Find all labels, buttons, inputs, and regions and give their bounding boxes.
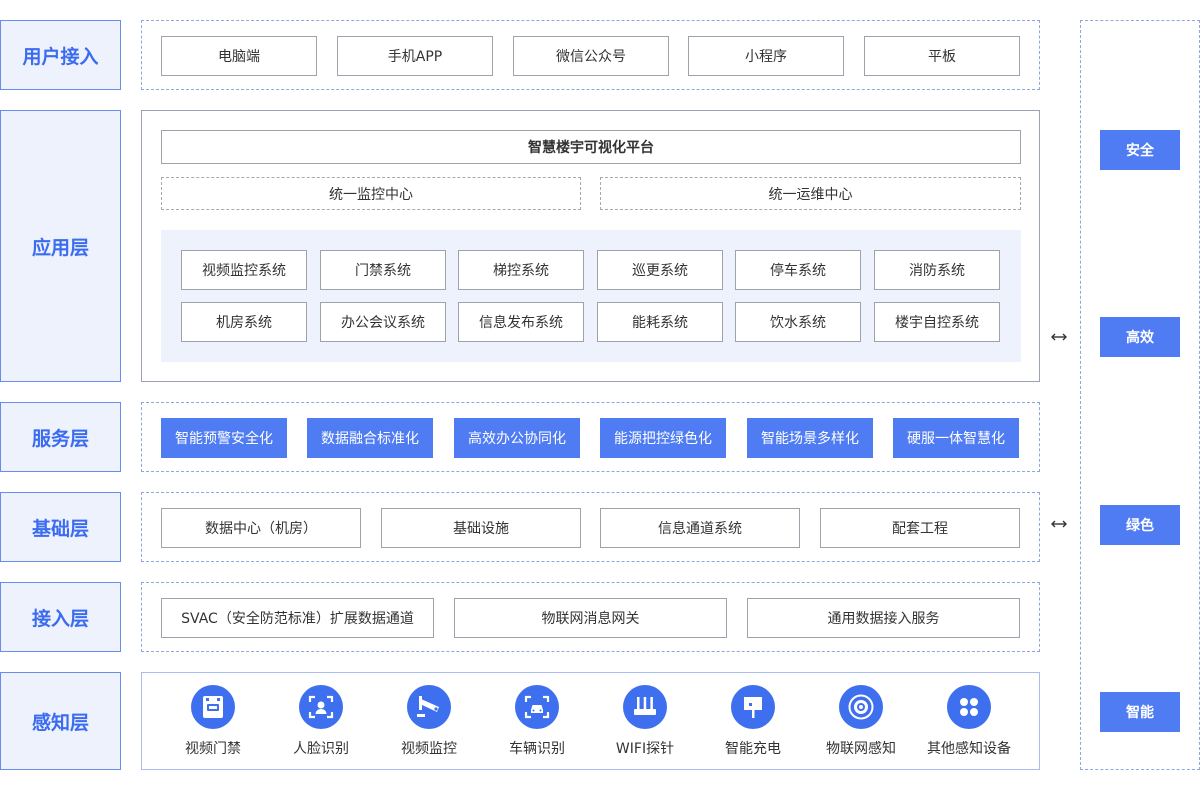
double-arrow-icon xyxy=(1051,520,1067,528)
iot-sensor-icon xyxy=(839,685,883,729)
access-item: SVAC（安全防范标准）扩展数据通道 xyxy=(161,598,434,638)
service-item: 智能预警安全化 xyxy=(161,418,287,458)
access-item: 通用数据接入服务 xyxy=(747,598,1020,638)
operations-center: 统一运维中心 xyxy=(600,177,1021,210)
perception-label: WIFI探针 xyxy=(615,741,675,757)
user-access-item: 手机APP xyxy=(337,36,493,76)
perception-label: 其他感知设备 xyxy=(927,741,1011,757)
platform-title: 智慧楼宇可视化平台 xyxy=(161,130,1021,164)
system-item: 门禁系统 xyxy=(320,250,446,290)
perception-label: 视频门禁 xyxy=(185,741,241,757)
perception-label: 智能充电 xyxy=(725,741,781,757)
system-item: 信息发布系统 xyxy=(458,302,584,342)
perception-item: WIFI探针 xyxy=(595,685,695,760)
foundation-item: 配套工程 xyxy=(820,508,1020,548)
perception-item: 人脸识别 xyxy=(271,685,371,760)
systems-panel: 视频监控系统 门禁系统 梯控系统 巡更系统 停车系统 消防系统 机房系统 办公会… xyxy=(161,230,1021,362)
side-attributes-frame: 安全 高效 绿色 智能 xyxy=(1080,20,1200,770)
side-attribute: 智能 xyxy=(1100,692,1180,732)
layer-label-application: 应用层 xyxy=(0,110,121,382)
double-arrow-icon xyxy=(1051,333,1067,341)
service-item: 数据融合标准化 xyxy=(307,418,433,458)
user-access-item: 电脑端 xyxy=(161,36,317,76)
system-item: 办公会议系统 xyxy=(320,302,446,342)
perception-item: 车辆识别 xyxy=(487,685,587,760)
cctv-camera-icon xyxy=(407,685,451,729)
layer-label-service: 服务层 xyxy=(0,402,121,472)
system-item: 机房系统 xyxy=(181,302,307,342)
perception-label: 物联网感知 xyxy=(826,741,896,757)
side-attribute: 安全 xyxy=(1100,130,1180,170)
user-access-item: 小程序 xyxy=(688,36,844,76)
system-item: 能耗系统 xyxy=(597,302,723,342)
wifi-router-icon xyxy=(623,685,667,729)
system-item: 停车系统 xyxy=(735,250,861,290)
perception-label: 车辆识别 xyxy=(509,741,565,757)
perception-item: 视频门禁 xyxy=(163,685,263,760)
monitoring-center: 统一监控中心 xyxy=(161,177,581,210)
foundation-item: 数据中心（机房） xyxy=(161,508,361,548)
face-recognition-icon xyxy=(299,685,343,729)
layer-label-user-access: 用户接入 xyxy=(0,20,121,90)
other-devices-icon xyxy=(947,685,991,729)
system-item: 梯控系统 xyxy=(458,250,584,290)
user-access-item: 平板 xyxy=(864,36,1020,76)
perception-item: 其他感知设备 xyxy=(919,685,1019,760)
application-frame: 智慧楼宇可视化平台 统一监控中心 统一运维中心 视频监控系统 门禁系统 梯控系统… xyxy=(141,110,1040,382)
perception-frame: 视频门禁 人脸识别 视频监控 车辆识别 WIFI探针 智能充电 物联网感知 其他… xyxy=(141,672,1040,770)
system-item: 巡更系统 xyxy=(597,250,723,290)
foundation-item: 信息通道系统 xyxy=(600,508,800,548)
system-item: 视频监控系统 xyxy=(181,250,307,290)
foundation-frame: 数据中心（机房） 基础设施 信息通道系统 配套工程 xyxy=(141,492,1040,562)
service-item: 硬服一体智慧化 xyxy=(893,418,1019,458)
perception-label: 人脸识别 xyxy=(293,741,349,757)
perception-label: 视频监控 xyxy=(401,741,457,757)
system-item: 楼宇自控系统 xyxy=(874,302,1000,342)
layer-label-foundation: 基础层 xyxy=(0,492,121,562)
user-access-frame: 电脑端 手机APP 微信公众号 小程序 平板 xyxy=(141,20,1040,90)
layer-label-perception: 感知层 xyxy=(0,672,121,770)
side-attribute: 绿色 xyxy=(1100,505,1180,545)
perception-item: 物联网感知 xyxy=(811,685,911,760)
system-item: 消防系统 xyxy=(874,250,1000,290)
access-frame: SVAC（安全防范标准）扩展数据通道 物联网消息网关 通用数据接入服务 xyxy=(141,582,1040,652)
layer-label-access: 接入层 xyxy=(0,582,121,652)
vehicle-recognition-icon xyxy=(515,685,559,729)
user-access-item: 微信公众号 xyxy=(513,36,669,76)
service-item: 智能场景多样化 xyxy=(747,418,873,458)
side-attribute: 高效 xyxy=(1100,317,1180,357)
system-item: 饮水系统 xyxy=(735,302,861,342)
door-access-icon xyxy=(191,685,235,729)
foundation-item: 基础设施 xyxy=(381,508,581,548)
access-item: 物联网消息网关 xyxy=(454,598,727,638)
perception-item: 视频监控 xyxy=(379,685,479,760)
service-frame: 智能预警安全化 数据融合标准化 高效办公协同化 能源把控绿色化 智能场景多样化 … xyxy=(141,402,1040,472)
service-item: 高效办公协同化 xyxy=(454,418,580,458)
charging-sign-icon xyxy=(731,685,775,729)
service-item: 能源把控绿色化 xyxy=(600,418,726,458)
perception-item: 智能充电 xyxy=(703,685,803,760)
